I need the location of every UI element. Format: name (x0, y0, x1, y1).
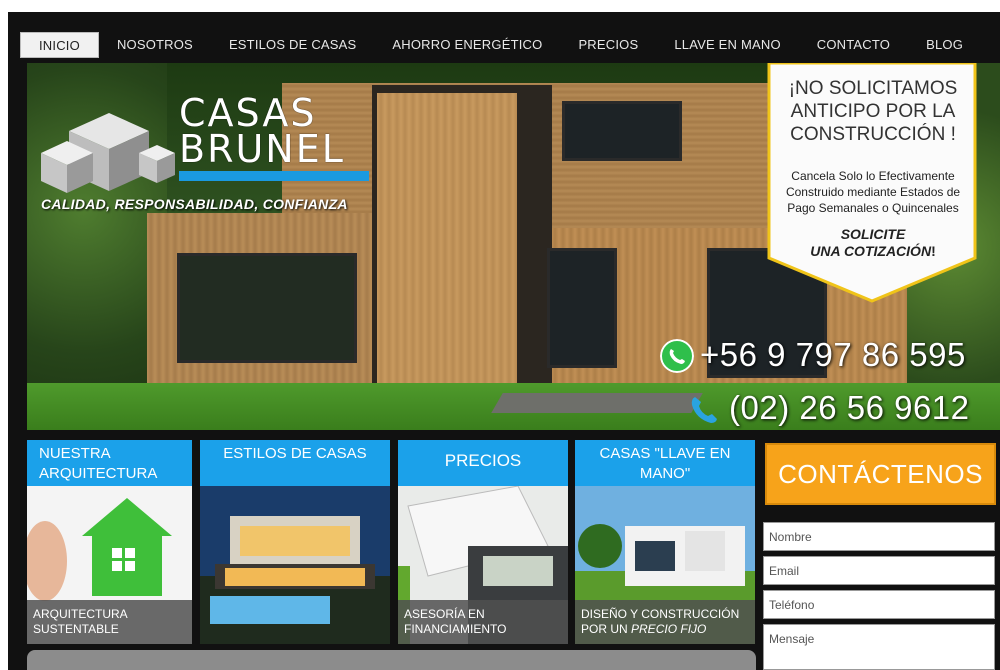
tile-title: NUESTRA ARQUITECTURA (27, 440, 192, 486)
badge-title: ¡NO SOLICITAMOS ANTICIPO POR LA CONSTRUC… (788, 78, 958, 145)
contact-button[interactable]: CONTÁCTENOS (765, 443, 996, 505)
house-window-upper (562, 101, 682, 161)
tile-precios[interactable]: PRECIOS ASESORÍA EN FINANCIAMIENTO (398, 440, 568, 644)
name-field[interactable]: Nombre (763, 522, 995, 551)
badge-quote-cta[interactable]: SOLICITE UNA COTIZACIÓN! (775, 226, 971, 260)
tile-title: PRECIOS (398, 440, 568, 486)
badge-cta-line2: UNA COTIZACIÓN (810, 243, 932, 259)
logo-wordmark[interactable]: CASAS BRUNEL (179, 91, 345, 171)
modern-house-photo (200, 486, 390, 644)
message-field[interactable]: Mensaje (763, 624, 995, 670)
tile-caption: ASESORÍA EN FINANCIAMIENTO (398, 600, 568, 644)
tile-llave-en-mano[interactable]: CASAS "LLAVE EN MANO" DISEÑO Y CONSTRUCC… (575, 440, 755, 644)
badge-cta-exclamation: ! (931, 243, 936, 259)
tile-caption: DISEÑO Y CONSTRUCCIÓN POR UN PRECIO FIJO (575, 600, 755, 644)
badge-cta-line1: SOLICITE (840, 226, 906, 242)
house-door (547, 248, 617, 368)
tile-caption: ARQUITECTURA SUSTENTABLE (27, 600, 192, 644)
phone-mobile[interactable]: +56 9 797 86 595 (700, 336, 966, 374)
tile-title: ESTILOS DE CASAS (200, 440, 390, 486)
bottom-section-bar (27, 650, 756, 670)
nav-inicio[interactable]: INICIO (20, 32, 99, 58)
nav-blog[interactable]: BLOG (908, 32, 981, 58)
nav-precios[interactable]: PRECIOS (560, 32, 656, 58)
logo-underline (179, 171, 369, 181)
badge-body: Cancela Solo lo Efectivamente Construido… (785, 169, 961, 215)
nav-ahorro-energetico[interactable]: AHORRO ENERGÉTICO (374, 32, 560, 58)
phone-field[interactable]: Teléfono (763, 590, 995, 619)
phone-icon[interactable] (687, 393, 721, 427)
nav-nosotros[interactable]: NOSOTROS (99, 32, 211, 58)
hero-tagline: CALIDAD, RESPONSABILIDAD, CONFIANZA (41, 196, 348, 212)
tile-estilos-de-casas[interactable]: ESTILOS DE CASAS (200, 440, 390, 644)
tile-caption-emphasis: PRECIO FIJO (631, 622, 707, 636)
main-nav: INICIO NOSOTROS ESTILOS DE CASAS AHORRO … (20, 32, 1000, 58)
hero-banner: CASAS BRUNEL CALIDAD, RESPONSABILIDAD, C… (27, 63, 1000, 430)
nav-contacto[interactable]: CONTACTO (799, 32, 908, 58)
nav-estilos-de-casas[interactable]: ESTILOS DE CASAS (211, 32, 374, 58)
house-window-lower-left (177, 253, 357, 363)
house-cedar-cladding (377, 93, 517, 393)
tile-title: CASAS "LLAVE EN MANO" (575, 440, 755, 486)
logo-cubes-icon (41, 113, 175, 193)
email-field[interactable]: Email (763, 556, 995, 585)
whatsapp-icon[interactable] (660, 339, 694, 373)
tile-nuestra-arquitectura[interactable]: NUESTRA ARQUITECTURA ARQUITECTURA SUSTEN… (27, 440, 192, 644)
logo-line-casas: CASAS (179, 91, 317, 135)
phone-landline[interactable]: (02) 26 56 9612 (729, 389, 970, 427)
nav-llave-en-mano[interactable]: LLAVE EN MANO (656, 32, 798, 58)
hero-path (491, 393, 703, 413)
logo-line-brunel: BRUNEL (179, 127, 345, 171)
